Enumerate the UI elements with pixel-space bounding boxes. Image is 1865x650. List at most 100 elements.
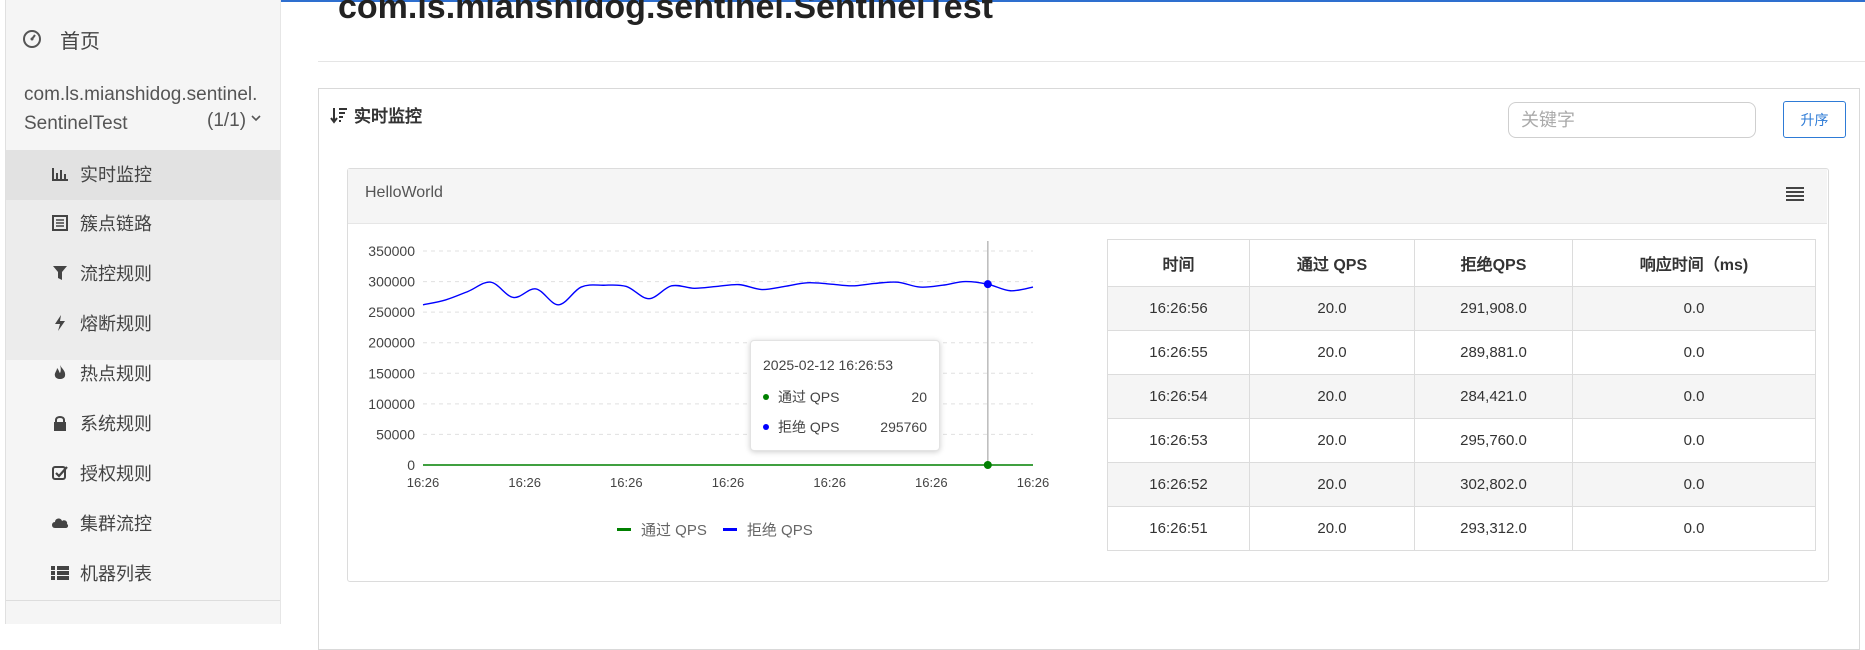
app-instance-count: (1/1) xyxy=(207,110,247,131)
x-tick-label: 16:26 xyxy=(610,475,643,490)
cell-pass-qps: 20.0 xyxy=(1249,462,1415,507)
sort-ascending-button[interactable]: 升序 xyxy=(1783,101,1846,138)
legend-label: 通过 QPS xyxy=(641,522,707,539)
table-row: 16:26:52 20.0 302,802.0 0.0 xyxy=(1107,462,1816,507)
menu-icon[interactable] xyxy=(1786,186,1804,202)
cell-rt: 0.0 xyxy=(1572,374,1816,419)
sidebar-item-cluster-flow[interactable]: 集群流控 xyxy=(50,508,152,538)
table-row: 16:26:53 20.0 295,760.0 0.0 xyxy=(1107,418,1816,463)
cell-pass-qps: 20.0 xyxy=(1249,418,1415,463)
x-tick-label: 16:26 xyxy=(915,475,948,490)
cell-block-qps: 302,802.0 xyxy=(1414,462,1573,507)
sidebar-item-home[interactable]: 首页 xyxy=(22,22,100,56)
tooltip-series-value: 295760 xyxy=(880,419,927,435)
sidebar-item-label: 热点规则 xyxy=(80,364,152,384)
cell-time: 16:26:56 xyxy=(1107,286,1250,331)
chart-legend[interactable]: 通过 QPS 拒绝 QPS xyxy=(617,519,829,540)
bolt-icon xyxy=(50,313,70,333)
check-square-icon xyxy=(50,463,70,483)
y-tick-label: 300000 xyxy=(368,274,415,290)
metrics-table: 时间 通过 QPS 拒绝QPS 响应时间（ms) 16:26:56 20.0 2… xyxy=(1107,239,1816,551)
cell-pass-qps: 20.0 xyxy=(1249,506,1415,551)
sidebar-item-machine-list[interactable]: 机器列表 xyxy=(50,558,152,588)
y-tick-label: 100000 xyxy=(368,396,415,412)
table-row: 16:26:56 20.0 291,908.0 0.0 xyxy=(1107,286,1816,331)
search-input[interactable] xyxy=(1508,102,1756,138)
sidebar-item-label: 熔断规则 xyxy=(80,314,152,334)
sidebar-item-auth-rules[interactable]: 授权规则 xyxy=(50,458,152,488)
tooltip-dot xyxy=(763,394,769,400)
tooltip-time: 2025-02-12 16:26:53 xyxy=(763,357,893,373)
cell-time: 16:26:53 xyxy=(1107,418,1250,463)
legend-label: 拒绝 QPS xyxy=(746,522,813,539)
cell-rt: 0.0 xyxy=(1572,286,1816,331)
sidebar-home-label: 首页 xyxy=(60,30,100,53)
cell-block-qps: 295,760.0 xyxy=(1414,418,1573,463)
cell-time: 16:26:51 xyxy=(1107,506,1250,551)
sidebar-item-flow-rules[interactable]: 流控规则 xyxy=(50,258,152,288)
legend-item-pass-qps[interactable]: 通过 QPS xyxy=(617,519,707,540)
panel-title: 实时监控 xyxy=(354,107,422,126)
y-tick-label: 50000 xyxy=(376,426,415,442)
th-list-icon xyxy=(50,563,70,583)
sidebar-item-degrade-rules[interactable]: 熔断规则 xyxy=(50,308,152,338)
sidebar-item-cluster-link[interactable]: 簇点链路 xyxy=(50,208,152,238)
column-header-pass-qps: 通过 QPS xyxy=(1249,239,1415,287)
cell-time: 16:26:52 xyxy=(1107,462,1250,507)
legend-item-block-qps[interactable]: 拒绝 QPS xyxy=(722,519,813,540)
column-header-time: 时间 xyxy=(1107,239,1250,287)
sidebar-divider xyxy=(6,600,280,601)
legend-swatch xyxy=(617,528,631,531)
y-tick-label: 0 xyxy=(407,457,415,473)
sidebar-item-system-rules[interactable]: 系统规则 xyxy=(50,408,152,438)
chart-tooltip: 2025-02-12 16:26:53 通过 QPS 20 拒绝 QPS 295… xyxy=(750,340,940,451)
table-row: 16:26:51 20.0 293,312.0 0.0 xyxy=(1107,506,1816,551)
y-tick-label: 250000 xyxy=(368,304,415,320)
resource-card-header xyxy=(348,169,1827,224)
sidebar-item-label: 簇点链路 xyxy=(80,214,152,234)
cell-pass-qps: 20.0 xyxy=(1249,374,1415,419)
cell-time: 16:26:54 xyxy=(1107,374,1250,419)
sidebar-item-label: 机器列表 xyxy=(80,564,152,584)
cell-block-qps: 293,312.0 xyxy=(1414,506,1573,551)
table-row: 16:26:55 20.0 289,881.0 0.0 xyxy=(1107,330,1816,375)
x-tick-label: 16:26 xyxy=(712,475,745,490)
tooltip-series-value: 20 xyxy=(911,389,927,405)
column-header-rt: 响应时间（ms) xyxy=(1572,239,1816,287)
sidebar-item-label: 集群流控 xyxy=(80,514,152,534)
y-tick-label: 200000 xyxy=(368,335,415,351)
x-tick-label: 16:26 xyxy=(813,475,846,490)
x-tick-label: 16:26 xyxy=(508,475,541,490)
cell-rt: 0.0 xyxy=(1572,506,1816,551)
cloud-icon xyxy=(50,513,70,533)
table-header-row: 时间 通过 QPS 拒绝QPS 响应时间（ms) xyxy=(1107,239,1816,287)
cell-pass-qps: 20.0 xyxy=(1249,286,1415,331)
block-qps-series-line xyxy=(422,280,1034,306)
cell-rt: 0.0 xyxy=(1572,418,1816,463)
table-row: 16:26:54 20.0 284,421.0 0.0 xyxy=(1107,374,1816,419)
list-icon xyxy=(50,213,70,233)
tooltip-dot xyxy=(763,424,769,430)
sidebar-item-label: 系统规则 xyxy=(80,414,152,434)
legend-swatch xyxy=(722,528,737,531)
x-tick-label: 16:26 xyxy=(407,475,440,490)
sidebar-item-hotspot-rules[interactable]: 热点规则 xyxy=(50,358,152,388)
column-header-block-qps: 拒绝QPS xyxy=(1414,239,1573,287)
bar-chart-icon xyxy=(50,164,70,184)
chevron-down-icon[interactable] xyxy=(250,112,262,124)
sidebar-item-label: 实时监控 xyxy=(80,165,152,185)
sort-amount-icon xyxy=(330,107,347,124)
sidebar-item-realtime-monitor[interactable]: 实时监控 xyxy=(50,159,152,189)
qps-line-chart[interactable]: 350000 300000 250000 200000 150000 100000 5000… xyxy=(355,238,1055,498)
title-divider xyxy=(318,61,1865,62)
cell-rt: 0.0 xyxy=(1572,462,1816,507)
tooltip-series-name: 通过 QPS xyxy=(778,389,840,405)
pass-qps-hover-point xyxy=(983,460,992,469)
y-tick-label: 150000 xyxy=(368,365,415,381)
fire-icon xyxy=(50,363,70,383)
filter-icon xyxy=(50,263,70,283)
tooltip-series-name: 拒绝 QPS xyxy=(778,419,840,435)
cell-time: 16:26:55 xyxy=(1107,330,1250,375)
page-title: com.ls.mianshidog.sentinel.SentinelTest xyxy=(338,0,993,26)
cell-block-qps: 284,421.0 xyxy=(1414,374,1573,419)
